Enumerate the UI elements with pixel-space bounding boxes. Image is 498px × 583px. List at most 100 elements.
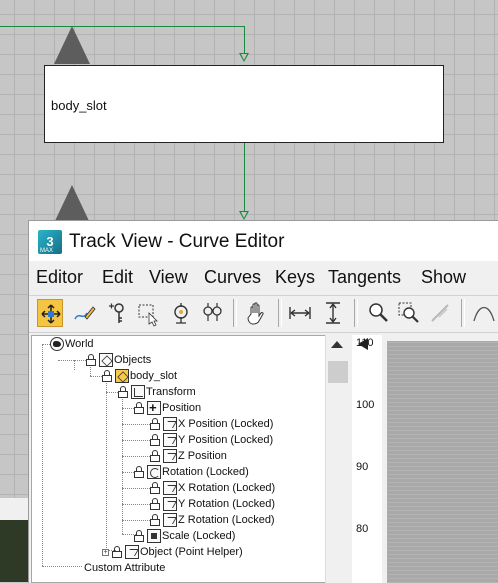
retime-all-icon[interactable] (199, 299, 225, 327)
tree-item-label: X Rotation (Locked) (178, 482, 276, 494)
tree-item-label: body_slot (130, 370, 178, 382)
expand-plus-icon[interactable]: + (102, 548, 109, 556)
value-ruler: 110 100 90 80 (352, 335, 382, 583)
object-cube-icon (115, 369, 129, 383)
curve-icon (163, 417, 177, 431)
isolate-curve-icon[interactable] (427, 299, 453, 327)
tree-item-custom-attribute[interactable]: Custom Attribute (84, 560, 165, 576)
tree-scrollbar[interactable] (325, 335, 350, 583)
node-port-triangle (54, 185, 90, 223)
globe-icon (50, 337, 64, 351)
tree-item-label: X Position (Locked) (178, 418, 274, 430)
tree-item-label: Z Position (178, 450, 227, 462)
tree-item-x-position[interactable]: X Position (Locked) (150, 416, 273, 432)
controller-tree: World Objects body_slot Transform Positi… (31, 335, 326, 583)
tree-item-object-point-helper[interactable]: + Object (Point Helper) (102, 544, 243, 560)
viewport-preview (0, 520, 30, 582)
tree-item-transform[interactable]: Transform (118, 384, 196, 400)
tree-item-rotation[interactable]: Rotation (Locked) (134, 464, 249, 480)
tree-item-label: World (65, 338, 94, 350)
tree-item-z-rotation[interactable]: Z Rotation (Locked) (150, 512, 275, 528)
lock-icon (112, 546, 122, 558)
lock-icon (134, 466, 144, 478)
menu-edit[interactable]: Edit (102, 267, 133, 288)
tree-item-label: Y Rotation (Locked) (178, 498, 276, 510)
move-keys-icon[interactable] (37, 299, 63, 327)
zoom-icon[interactable] (365, 299, 391, 327)
tree-item-y-rotation[interactable]: Y Rotation (Locked) (150, 496, 275, 512)
tree-item-label: Custom Attribute (84, 562, 166, 574)
connection-wire (244, 26, 245, 54)
curve-icon (163, 433, 177, 447)
tree-item-label: Objects (114, 354, 152, 366)
position-icon (147, 400, 161, 415)
draw-curves-icon[interactable] (71, 299, 97, 327)
track-view-window: 3 MAX Track View - Curve Editor Editor Ed… (28, 220, 498, 583)
menu-keys[interactable]: Keys (275, 267, 315, 288)
ruler-label: 80 (356, 523, 369, 535)
pan-hand-icon[interactable] (244, 299, 270, 327)
lock-icon (150, 418, 160, 430)
tree-item-label: Position (162, 402, 202, 414)
scroll-thumb[interactable] (328, 361, 348, 383)
tree-item-label: Transform (146, 386, 196, 398)
menu-view[interactable]: View (149, 267, 188, 288)
frame-vertical-icon[interactable] (320, 299, 346, 327)
curve-graph[interactable] (387, 341, 498, 583)
connection-wire (0, 26, 245, 27)
lock-icon (150, 514, 160, 526)
toolbar (29, 295, 498, 333)
frame-horizontal-icon[interactable] (287, 299, 313, 327)
menu-curves[interactable]: Curves (204, 267, 261, 288)
toolbar-separator (233, 299, 237, 327)
lock-icon (86, 354, 96, 366)
tree-item-body-slot[interactable]: body_slot (102, 368, 177, 384)
tangent-preset-icon[interactable] (471, 299, 497, 327)
curve-icon (163, 513, 177, 527)
wire-arrow-icon (239, 211, 249, 220)
curve-icon (163, 497, 177, 511)
schematic-node[interactable]: body_slot (44, 65, 444, 143)
ruler-label: 90 (356, 461, 369, 473)
lock-icon (150, 498, 160, 510)
menu-show[interactable]: Show (421, 267, 466, 288)
app-logo-icon: 3 MAX (38, 230, 62, 254)
tree-item-label: Z Rotation (Locked) (178, 514, 275, 526)
ruler-label: 100 (356, 399, 375, 411)
title-bar[interactable]: 3 MAX Track View - Curve Editor (29, 221, 498, 261)
tree-item-label: Object (Point Helper) (140, 546, 243, 558)
lock-icon (134, 530, 144, 542)
toolbar-separator (461, 299, 465, 327)
zoom-region-icon[interactable] (396, 299, 422, 327)
rotation-icon (147, 465, 161, 479)
window-title: Track View - Curve Editor (69, 231, 285, 252)
tree-item-label: Rotation (Locked) (162, 466, 249, 478)
toolbar-separator (278, 299, 282, 327)
scroll-up-icon[interactable] (331, 341, 343, 348)
toolbar-separator (354, 299, 358, 327)
viewport-strip (0, 498, 30, 520)
curve-icon (163, 449, 177, 463)
value-pointer-icon (358, 338, 368, 350)
tree-item-scale[interactable]: Scale (Locked) (134, 528, 235, 544)
transform-icon (131, 385, 145, 399)
lock-icon (118, 386, 128, 398)
lock-icon (134, 402, 144, 414)
add-keys-icon[interactable] (104, 299, 130, 327)
scale-icon (147, 529, 161, 543)
lock-icon (150, 450, 160, 462)
tree-item-label: Y Position (Locked) (178, 434, 274, 446)
retime-tool-icon[interactable] (168, 299, 194, 327)
tree-item-z-position[interactable]: Z Position (150, 448, 227, 464)
tree-item-y-position[interactable]: Y Position (Locked) (150, 432, 273, 448)
tree-item-position[interactable]: Position (134, 400, 201, 416)
objects-cube-icon (99, 353, 113, 367)
tree-item-world[interactable]: World (50, 336, 94, 352)
tree-item-x-rotation[interactable]: X Rotation (Locked) (150, 480, 275, 496)
menu-tangents[interactable]: Tangents (328, 267, 401, 288)
tree-item-objects[interactable]: Objects (86, 352, 151, 368)
menu-editor[interactable]: Editor (36, 267, 83, 288)
region-select-icon[interactable] (135, 299, 161, 327)
lock-icon (150, 482, 160, 494)
curve-icon (163, 481, 177, 495)
